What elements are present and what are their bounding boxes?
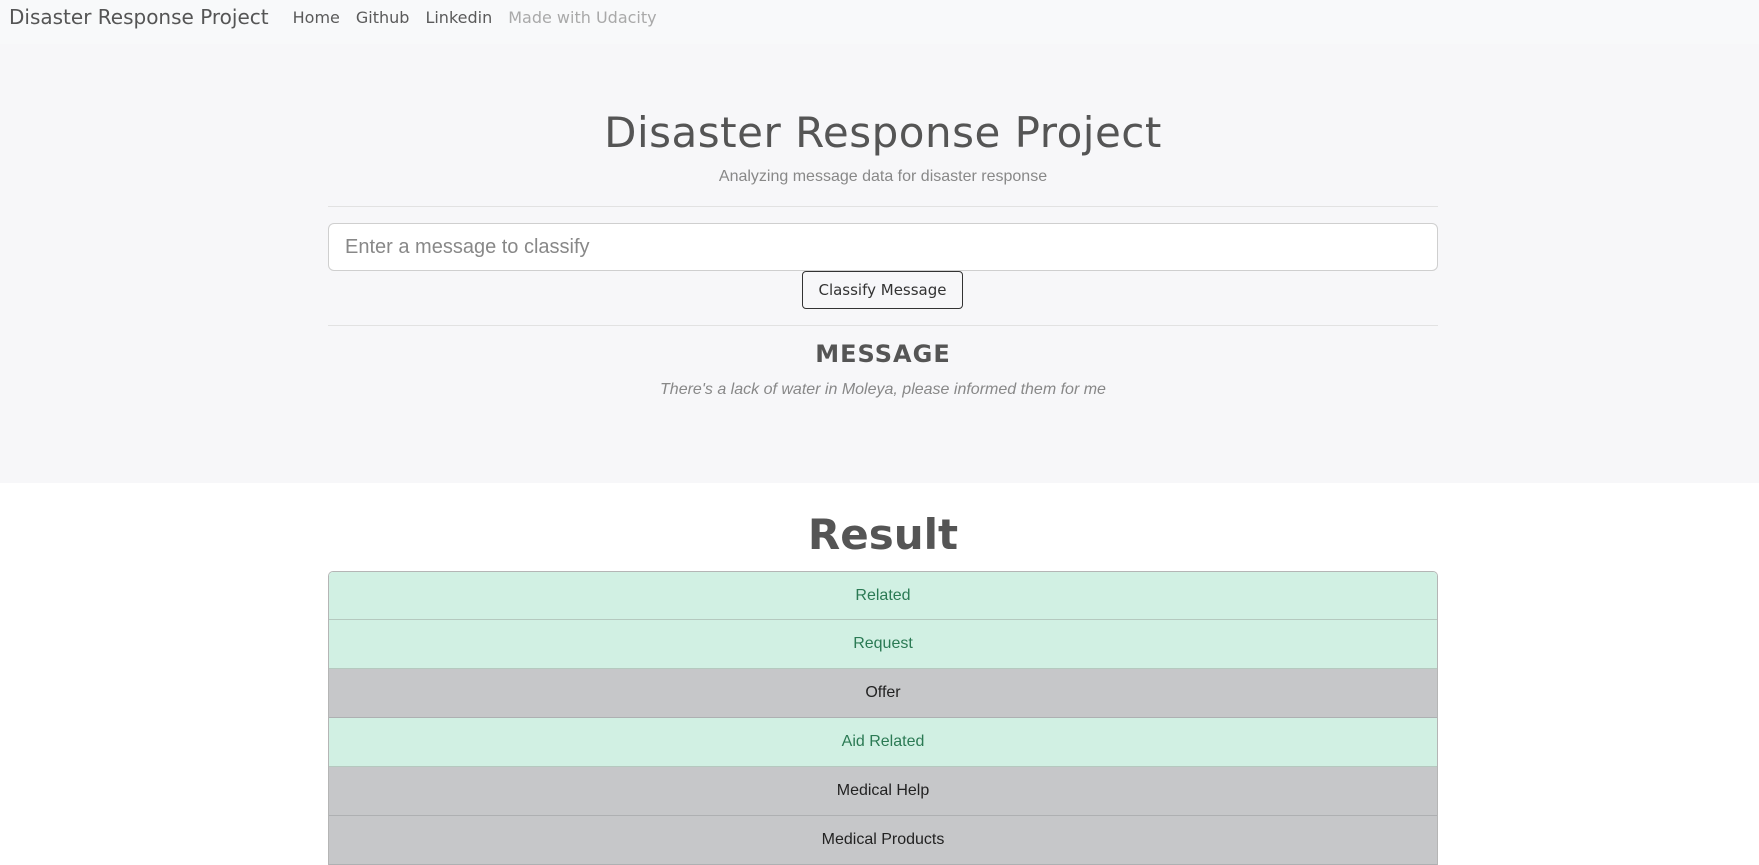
- result-item-medical-products: Medical Products: [329, 816, 1437, 865]
- result-item-offer: Offer: [329, 669, 1437, 718]
- result-item-request: Request: [329, 620, 1437, 669]
- result-item-medical-help: Medical Help: [329, 767, 1437, 816]
- message-text: There's a lack of water in Moleya, pleas…: [660, 381, 1106, 398]
- result-item-related: Related: [329, 572, 1437, 620]
- page-title: Disaster Response Project: [604, 108, 1162, 157]
- nav-link-udacity[interactable]: Made with Udacity: [508, 8, 656, 37]
- message-input[interactable]: [328, 223, 1438, 271]
- page-subtitle: Analyzing message data for disaster resp…: [718, 168, 1048, 185]
- navbar: Disaster Response Project Home Github Li…: [0, 0, 1759, 44]
- result-title: Result: [807, 510, 959, 559]
- divider-bottom: [328, 325, 1438, 326]
- message-heading: MESSAGE: [815, 340, 951, 368]
- result-item-aid-related: Aid Related: [329, 718, 1437, 767]
- navbar-brand[interactable]: Disaster Response Project: [9, 5, 269, 39]
- result-list: Related Request Offer Aid Related Medical He…: [328, 571, 1438, 865]
- divider-top: [328, 206, 1438, 207]
- nav-link-home[interactable]: Home: [293, 8, 340, 37]
- nav-link-linkedin[interactable]: Linkedin: [425, 8, 492, 37]
- jumbotron: Disaster Response Project Analyzing mess…: [0, 44, 1759, 483]
- classify-message-button[interactable]: Classify Message: [802, 271, 963, 309]
- nav-link-github[interactable]: Github: [356, 8, 410, 37]
